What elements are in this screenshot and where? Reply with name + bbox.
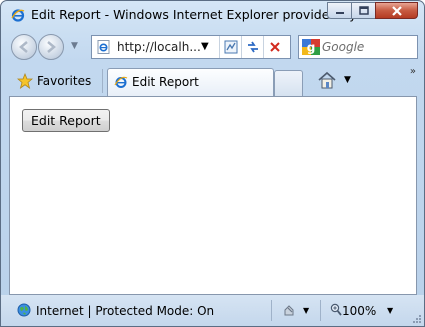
- forward-button[interactable]: [38, 34, 64, 60]
- favorites-button[interactable]: Favorites: [17, 71, 91, 91]
- search-input[interactable]: Google: [322, 40, 364, 54]
- svg-text:g: g: [307, 41, 316, 55]
- favorites-label: Favorites: [37, 74, 92, 88]
- zoom-dropdown[interactable]: ▼: [387, 306, 393, 315]
- refresh-icon: [248, 41, 258, 53]
- forward-arrow-icon: [47, 41, 56, 53]
- back-arrow-icon: [19, 41, 28, 53]
- status-divider: [320, 300, 321, 321]
- resize-grip-icon[interactable]: [412, 314, 422, 324]
- favorites-star-icon: [17, 73, 33, 89]
- ie-page-icon: [97, 40, 110, 54]
- tab-label: Edit Report: [132, 75, 199, 89]
- compatibility-view-button[interactable]: [219, 36, 242, 58]
- security-settings-icon[interactable]: [282, 303, 296, 317]
- back-button[interactable]: [11, 34, 37, 60]
- more-tools-chevron[interactable]: »: [410, 66, 416, 77]
- minimize-button[interactable]: [327, 2, 352, 19]
- google-icon: g: [302, 39, 320, 55]
- ie-page-icon: [114, 76, 128, 88]
- maximize-button[interactable]: [351, 2, 376, 19]
- zoom-magnifier-icon: [330, 303, 342, 316]
- home-dropdown[interactable]: ▼: [344, 75, 351, 85]
- ie-logo-icon: [11, 9, 25, 22]
- address-input[interactable]: http://localh...: [117, 40, 201, 54]
- address-dropdown[interactable]: ▼: [201, 41, 209, 52]
- tab-edit-report[interactable]: Edit Report: [107, 68, 274, 96]
- home-icon: [318, 71, 336, 89]
- close-icon: [391, 5, 402, 16]
- security-zone-text: Internet | Protected Mode: On: [36, 304, 215, 318]
- toolbar-divider: [102, 69, 103, 93]
- status-divider: [271, 300, 272, 321]
- minimize-icon: [335, 11, 344, 14]
- edit-report-button[interactable]: Edit Report: [22, 109, 110, 132]
- recent-pages-dropdown[interactable]: ▼: [71, 41, 78, 51]
- refresh-button[interactable]: [241, 36, 264, 58]
- window-title: Edit Report - Windows Internet Explorer …: [31, 7, 373, 22]
- zoom-level[interactable]: 100%: [342, 304, 376, 318]
- security-dropdown[interactable]: ▼: [303, 306, 309, 315]
- stop-button[interactable]: [263, 36, 286, 58]
- maximize-icon: [358, 6, 369, 15]
- address-bar[interactable]: http://localh... ▼: [91, 35, 291, 59]
- new-tab-button[interactable]: [274, 70, 303, 96]
- home-button[interactable]: [317, 71, 337, 89]
- title-bar: Edit Report - Windows Internet Explorer …: [1, 1, 424, 28]
- page-content: Edit Report: [9, 96, 417, 295]
- navigation-bar: ▼ http://localh... ▼ g Google: [1, 31, 424, 63]
- tab-row: Favorites Edit Report ▼ »: [1, 65, 424, 96]
- browser-window: Edit Report - Windows Internet Explorer …: [0, 0, 425, 327]
- compatibility-view-icon: [224, 40, 238, 54]
- globe-icon: [17, 303, 31, 317]
- search-box[interactable]: g Google: [298, 35, 418, 59]
- close-button[interactable]: [375, 2, 418, 19]
- status-bar: Internet | Protected Mode: On ▼ 100% ▼: [1, 295, 424, 326]
- stop-icon: [270, 42, 280, 52]
- caption-buttons: [327, 2, 418, 19]
